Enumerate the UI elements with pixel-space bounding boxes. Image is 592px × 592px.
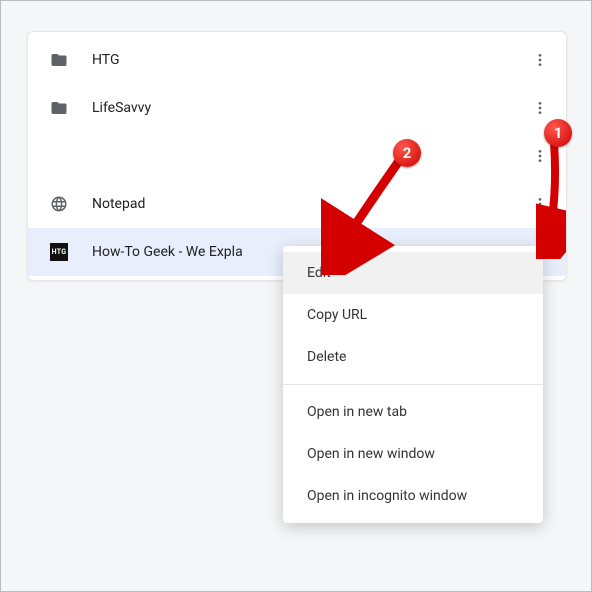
folder-icon (46, 51, 72, 69)
menu-item-edit[interactable]: Edit (283, 252, 543, 294)
menu-item-open-incognito[interactable]: Open in incognito window (283, 475, 543, 517)
menu-divider (283, 384, 543, 385)
site-favicon: HTG (46, 243, 72, 261)
folder-icon (46, 99, 72, 117)
menu-item-copy-url[interactable]: Copy URL (283, 294, 543, 336)
menu-item-open-new-tab[interactable]: Open in new tab (283, 391, 543, 433)
bookmark-label: Notepad (72, 196, 522, 212)
bookmark-label: HTG (72, 52, 522, 68)
context-menu: Edit Copy URL Delete Open in new tab Ope… (283, 246, 543, 523)
folder-row[interactable]: LifeSavvy (28, 84, 566, 132)
more-actions-button[interactable] (522, 186, 558, 222)
bookmark-row[interactable]: Notepad (28, 180, 566, 228)
more-actions-button[interactable] (522, 138, 558, 174)
globe-icon (46, 195, 72, 213)
bookmark-row[interactable] (28, 132, 566, 180)
bookmark-label: LifeSavvy (72, 100, 522, 116)
menu-item-open-new-window[interactable]: Open in new window (283, 433, 543, 475)
folder-row[interactable]: HTG (28, 36, 566, 84)
bookmark-manager-list: HTG LifeSavvy Notepad HTG How-To (27, 31, 567, 281)
more-actions-button[interactable] (522, 42, 558, 78)
menu-item-delete[interactable]: Delete (283, 336, 543, 378)
more-actions-button[interactable] (522, 90, 558, 126)
